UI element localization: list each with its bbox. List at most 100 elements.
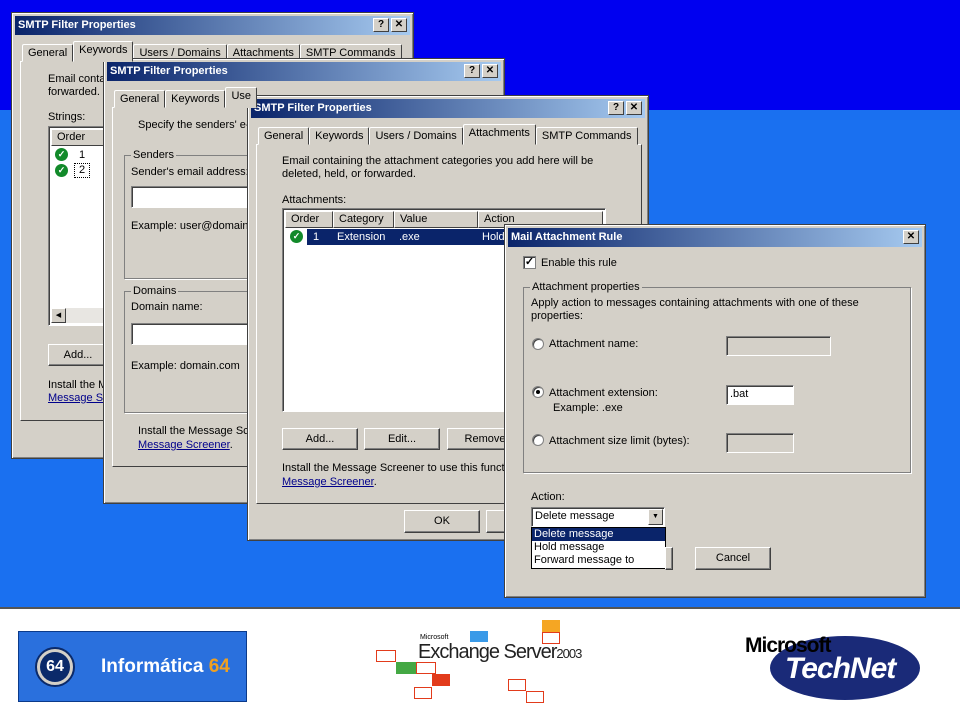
logo-square: [526, 691, 544, 703]
checkmark-icon: ✓: [55, 164, 68, 177]
sender-email-input[interactable]: [131, 186, 261, 208]
informatica-number: 64: [208, 656, 230, 677]
group-description: Apply action to messages containing atta…: [531, 297, 859, 309]
action-select-value: Delete message: [535, 510, 615, 522]
attachment-extension-label[interactable]: Attachment extension:: [549, 387, 658, 400]
close-button[interactable]: ✕: [482, 64, 498, 78]
tab-strip: General Keywords Users / Domains Attachment…: [258, 124, 638, 145]
extension-example-text: Example: .exe: [553, 402, 623, 414]
description-text: Email containing the attachment categori…: [282, 155, 594, 167]
exchange-name: Exchange Server2003: [418, 641, 582, 664]
enable-rule-checkbox[interactable]: ✓: [523, 256, 536, 269]
informatica-badge-inner: 64: [40, 652, 70, 682]
install-tail: .: [229, 439, 233, 451]
action-select[interactable]: Delete message ▼: [531, 507, 665, 527]
column-header-order[interactable]: Order: [51, 129, 107, 146]
technet-name: TechNet: [785, 652, 896, 685]
example-email-text: Example: user@domain.c: [131, 220, 258, 232]
action-option[interactable]: Delete message: [532, 528, 665, 541]
action-label: Action:: [531, 491, 565, 503]
attachment-extension-radio[interactable]: [532, 386, 544, 398]
row-order[interactable]: 1: [79, 149, 85, 162]
install-text: Install the Message Screener to use this…: [282, 462, 514, 474]
window-title-bar[interactable]: SMTP Filter Properties ? ✕: [251, 99, 645, 118]
attachment-size-radio[interactable]: [532, 434, 544, 446]
install-link-line: Message Screener.: [138, 439, 233, 452]
technet-logo: Microsoft TechNet: [745, 630, 925, 702]
add-button[interactable]: Add...: [282, 428, 358, 450]
dialog-title-bar[interactable]: Mail Attachment Rule ✕: [508, 228, 922, 247]
action-dropdown-list[interactable]: Delete message Hold message Forward mess…: [531, 527, 666, 569]
action-option[interactable]: Hold message: [532, 541, 665, 554]
mail-attachment-rule-dialog: Mail Attachment Rule ✕ ✓ Enable this rul…: [504, 224, 926, 598]
tab-users-domains[interactable]: Use: [225, 87, 257, 108]
senders-group-label: Senders: [131, 149, 176, 161]
add-button[interactable]: Add...: [48, 344, 108, 366]
informatica-text: Informática 64: [101, 656, 230, 678]
close-button[interactable]: ✕: [391, 18, 407, 32]
window-title-bar[interactable]: SMTP Filter Properties ? ✕: [15, 16, 410, 35]
enable-rule-label[interactable]: Enable this rule: [541, 257, 617, 270]
strings-label: Strings:: [48, 111, 86, 123]
tab-users-domains[interactable]: Users / Domains: [369, 127, 463, 145]
row-action: Hold: [482, 231, 505, 243]
message-screener-link[interactable]: Message Screener: [282, 476, 374, 488]
attachment-properties-label: Attachment properties: [530, 281, 642, 293]
logo-square: [376, 650, 396, 662]
message-screener-link[interactable]: Message Screener: [138, 439, 230, 451]
exchange-brand: Microsoft: [420, 634, 449, 641]
chevron-down-icon[interactable]: ▼: [648, 509, 663, 525]
edit-button[interactable]: Edit...: [364, 428, 440, 450]
tab-strip: General Keywords Use: [114, 87, 257, 108]
ok-button-hidden[interactable]: [665, 547, 673, 570]
attachment-name-label[interactable]: Attachment name:: [549, 338, 638, 351]
informatica-name: Informática: [101, 656, 204, 677]
checkmark-icon: ✓: [290, 230, 303, 243]
group-description-2: properties:: [531, 310, 583, 322]
exchange-server-logo: Microsoft Exchange Server2003: [372, 617, 592, 712]
tab-keywords[interactable]: Keywords: [309, 127, 370, 145]
install-tail: .: [373, 476, 377, 488]
cancel-button[interactable]: Cancel: [695, 547, 771, 570]
column-header-value[interactable]: Value: [394, 211, 478, 228]
scroll-left-icon[interactable]: ◀: [51, 308, 66, 323]
close-button[interactable]: ✕: [903, 230, 919, 244]
sender-email-label: Sender's email address:: [131, 166, 249, 178]
informatica-badge: 64: [35, 647, 75, 687]
attachment-size-label[interactable]: Attachment size limit (bytes):: [549, 435, 690, 448]
close-button[interactable]: ✕: [626, 101, 642, 115]
column-header-category[interactable]: Category: [333, 211, 394, 228]
strings-list[interactable]: Order ✓ 1 ✓ 2 ◀: [48, 126, 108, 326]
message-screener-link[interactable]: Message Sc: [48, 392, 109, 405]
specify-text: Specify the senders' e-: [138, 119, 250, 131]
attachment-name-radio[interactable]: [532, 338, 544, 350]
exchange-year: 2003: [556, 646, 582, 661]
logo-square: [414, 687, 432, 699]
logo-square: [396, 662, 416, 674]
tab-general[interactable]: General: [114, 90, 166, 108]
exchange-product: Exchange Server: [418, 641, 557, 663]
checkmark-icon: ✓: [55, 148, 68, 161]
horizontal-scrollbar[interactable]: ◀: [51, 308, 107, 323]
tab-general[interactable]: General: [258, 127, 310, 145]
attachment-name-input[interactable]: [726, 336, 831, 356]
help-button[interactable]: ?: [464, 64, 480, 78]
ok-button[interactable]: OK: [404, 510, 480, 533]
help-button[interactable]: ?: [608, 101, 624, 115]
row-order[interactable]: 2: [73, 163, 91, 178]
row-value: .exe: [399, 231, 420, 243]
column-header-order[interactable]: Order: [285, 211, 333, 228]
tab-general[interactable]: General: [22, 44, 74, 62]
help-button[interactable]: ?: [373, 18, 389, 32]
tab-keywords[interactable]: Keywords: [165, 90, 226, 108]
tab-keywords[interactable]: Keywords: [73, 41, 134, 62]
window-title: SMTP Filter Properties: [18, 19, 136, 31]
tab-smtp-commands[interactable]: SMTP Commands: [535, 127, 638, 145]
domain-name-input[interactable]: [131, 323, 261, 345]
tab-attachments[interactable]: Attachments: [462, 124, 536, 145]
window-title-bar[interactable]: SMTP Filter Properties ? ✕: [107, 62, 501, 81]
attachment-size-input[interactable]: [726, 433, 794, 453]
attachment-extension-input[interactable]: .bat: [726, 385, 794, 405]
install-text: Install the Message Sc: [138, 425, 249, 437]
action-option[interactable]: Forward message to: [532, 554, 665, 567]
